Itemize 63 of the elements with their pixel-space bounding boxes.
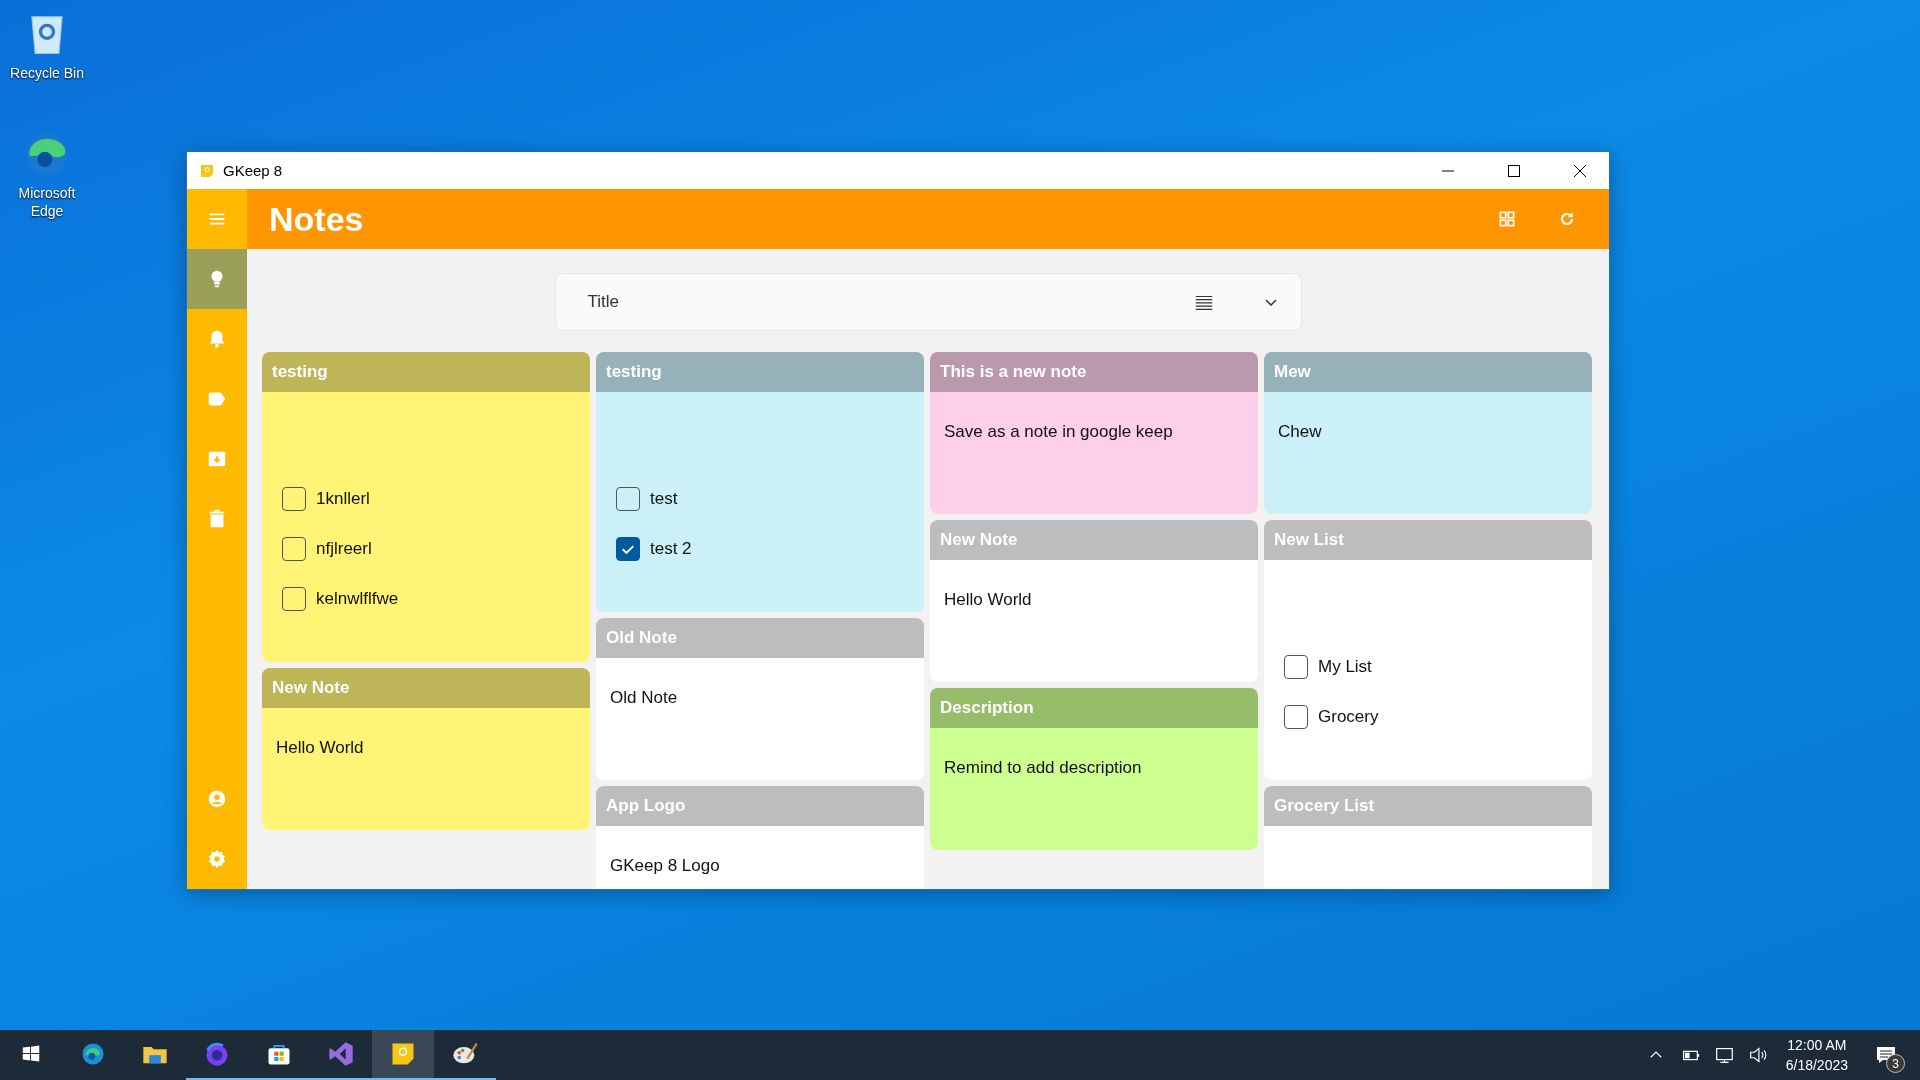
note-text: Hello World <box>944 590 1032 609</box>
note-card[interactable]: New Note Hello World <box>262 668 590 830</box>
note-title: testing <box>272 362 328 382</box>
checklist-item-label: Grocery <box>1318 707 1379 727</box>
checklist-item-label: nfjlreerl <box>316 539 372 559</box>
window-title: GKeep 8 <box>223 162 284 179</box>
notification-badge: 3 <box>1886 1054 1905 1073</box>
note-text: Old Note <box>610 688 678 707</box>
close-icon <box>1574 164 1586 177</box>
checklist-item-label: test 2 <box>650 539 692 559</box>
grid-icon <box>1497 209 1517 229</box>
desktop-icon-label[interactable]: Recycle Bin <box>7 64 87 82</box>
note-text: Chew <box>1278 422 1322 441</box>
note-card[interactable]: App Logo GKeep 8 Logo <box>596 786 924 889</box>
note-card[interactable]: New List My List Grocery <box>1264 520 1592 780</box>
note-card[interactable]: New Note Hello World <box>930 520 1258 682</box>
clock-date: 6/18/2023 <box>1785 1056 1848 1075</box>
note-title: App Logo <box>606 796 686 816</box>
checklist-item-label: kelnwlflfwe <box>316 589 399 609</box>
checkbox[interactable] <box>1284 705 1308 729</box>
note-app-icon <box>199 162 215 179</box>
checklist-item-label: 1knllerl <box>316 489 370 509</box>
note-title: Old Note <box>606 628 677 648</box>
clock[interactable]: 12:00 AM 6/18/2023 <box>1777 1035 1856 1075</box>
checkbox[interactable] <box>282 587 306 611</box>
checkbox[interactable] <box>282 487 306 511</box>
page-title: Notes <box>269 199 365 239</box>
note-card[interactable]: Description Remind to add description <box>930 688 1258 850</box>
note-text: Hello World <box>276 738 364 757</box>
checklist-item-label: test <box>650 489 678 509</box>
note-title: testing <box>606 362 662 382</box>
chevron-down-icon <box>1264 298 1277 306</box>
sidebar-item[interactable] <box>187 249 247 309</box>
checkbox[interactable] <box>616 537 640 561</box>
note-text: Remind to add description <box>944 758 1142 777</box>
clock-time: 12:00 AM <box>1787 1036 1847 1055</box>
checkbox[interactable] <box>282 537 306 561</box>
note-text: Save as a note in google keep <box>944 422 1173 441</box>
note-card[interactable]: testing test test 2 <box>596 352 924 612</box>
checkmark-icon <box>622 544 634 554</box>
checkbox[interactable] <box>1284 655 1308 679</box>
note-text: GKeep 8 Logo <box>610 856 720 875</box>
maximize-icon <box>1508 164 1520 177</box>
note-title: Description <box>940 698 1034 718</box>
note-card[interactable]: Old Note Old Note <box>596 618 924 780</box>
account-icon <box>206 788 228 810</box>
note-title: This is a new note <box>940 362 1087 382</box>
checkbox[interactable] <box>616 487 640 511</box>
note-title: Grocery List <box>1274 796 1375 816</box>
note-card[interactable]: testing 1knllerl nfjlreerl kelnwlflfwe <box>262 352 590 662</box>
visual-studio-icon <box>327 1040 355 1068</box>
sort-dropdown[interactable]: Title <box>554 273 1302 331</box>
desktop-icon-label[interactable]: Microsoft Edge <box>7 184 87 220</box>
note-title: New Note <box>940 530 1018 550</box>
notification-button[interactable]: 3 <box>1862 1030 1910 1080</box>
note-title: New List <box>1274 530 1344 550</box>
note-title: Mew <box>1274 362 1311 382</box>
settings-icon <box>206 848 228 870</box>
note-title: New Note <box>272 678 350 698</box>
note-card[interactable]: Mew Chew <box>1264 352 1592 514</box>
note-card[interactable]: This is a new note Save as a note in google keep <box>930 352 1258 514</box>
checklist-item-label: My List <box>1318 657 1372 677</box>
minimize-icon <box>1442 169 1454 172</box>
